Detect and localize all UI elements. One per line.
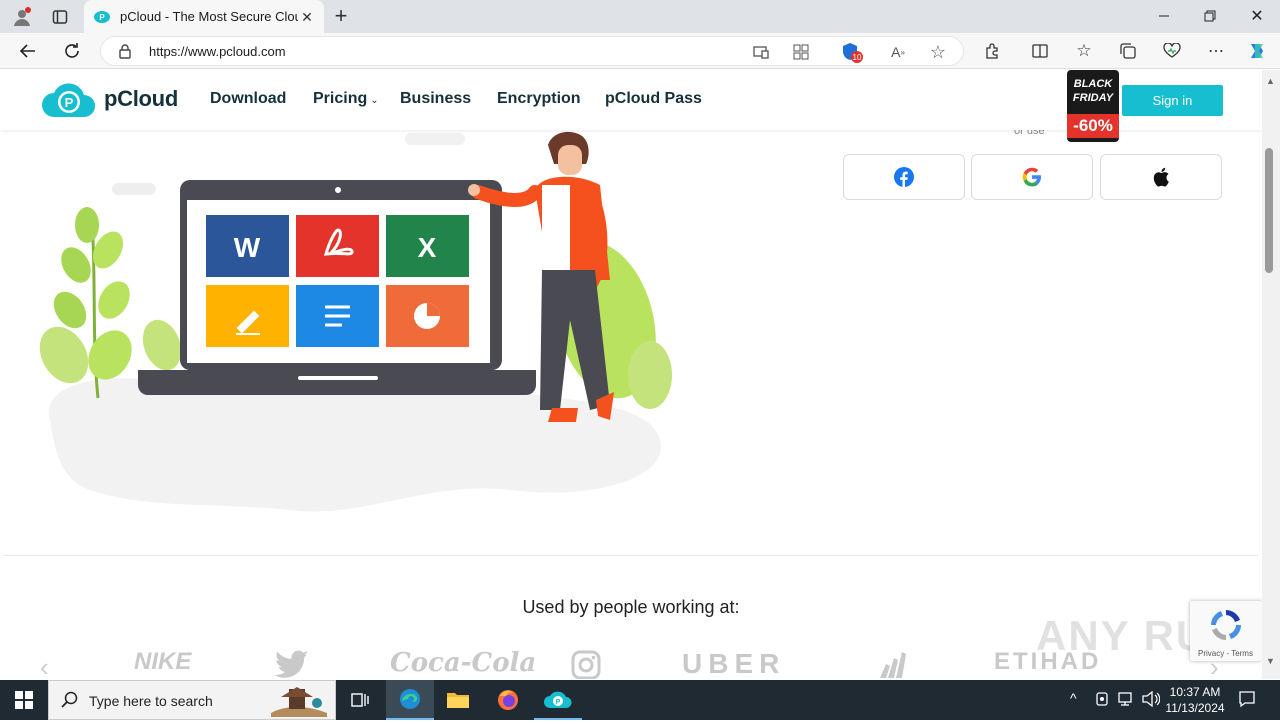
collections-icon[interactable]	[1116, 39, 1140, 63]
pcloud-taskbar-icon[interactable]: P	[534, 680, 582, 720]
svg-text:P: P	[65, 95, 74, 110]
taskbar-search-box[interactable]: Type here to search	[48, 680, 336, 720]
promo-line2: FRIDAY	[1072, 92, 1114, 104]
apple-icon	[1153, 167, 1169, 187]
nav-download[interactable]: Download	[210, 90, 286, 108]
tab-actions-icon[interactable]	[48, 5, 72, 29]
scroll-down-icon[interactable]: ▼	[1266, 656, 1275, 666]
pcloud-logo-icon[interactable]: P	[42, 83, 96, 117]
instagram-icon	[568, 650, 604, 679]
nav-encryption[interactable]: Encryption	[497, 90, 581, 108]
brand-nike: NIKE	[134, 648, 192, 675]
nav-business[interactable]: Business	[400, 90, 471, 108]
favorite-star-icon[interactable]: ☆	[927, 42, 949, 62]
refresh-icon[interactable]	[60, 39, 84, 63]
hero-illustration: W X	[39, 131, 672, 512]
adidas-icon	[866, 650, 916, 679]
chevron-down-icon: ⌄	[370, 95, 379, 106]
twitter-icon	[274, 650, 310, 679]
show-hidden-icons-icon[interactable]: ^	[1070, 690, 1077, 706]
section-divider	[4, 555, 1258, 556]
copilot-icon[interactable]	[1244, 39, 1270, 63]
edge-taskbar-icon[interactable]	[386, 680, 434, 720]
svg-text:P: P	[556, 699, 561, 706]
firefox-icon[interactable]	[484, 680, 532, 720]
profile-icon[interactable]	[8, 4, 36, 30]
task-view-icon[interactable]	[336, 680, 384, 720]
svg-text:P: P	[99, 13, 105, 22]
recaptcha-badge[interactable]: Privacy - Terms	[1190, 601, 1262, 661]
windows-start-icon[interactable]	[0, 680, 48, 720]
black-friday-badge[interactable]: BLACK FRIDAY -60%	[1067, 70, 1119, 142]
restore-icon[interactable]	[1196, 4, 1224, 28]
taskbar: Type here to search P ^ 10:37 AM 11/13/2…	[0, 680, 1280, 720]
facebook-icon	[894, 167, 914, 187]
file-explorer-icon[interactable]	[434, 680, 482, 720]
promo-discount: -60%	[1067, 114, 1119, 138]
system-clock[interactable]: 10:37 AM 11/13/2024	[1160, 684, 1230, 716]
active-tab[interactable]: P pCloud - The Most Secure Cloud ✕	[84, 0, 324, 33]
url-text[interactable]: https://www.pcloud.com	[149, 44, 286, 59]
tab-bar: P pCloud - The Most Secure Cloud ✕ + ✕	[0, 0, 1280, 33]
scroll-up-icon[interactable]: ▲	[1266, 76, 1275, 86]
excel-tile-label: X	[418, 232, 437, 263]
split-screen-icon[interactable]	[1028, 39, 1052, 63]
shield-extension-icon[interactable]: 10	[839, 41, 865, 63]
clock-date: 11/13/2024	[1165, 701, 1225, 715]
scrollbar-thumb[interactable]	[1265, 148, 1273, 273]
search-highlight-icon	[267, 683, 331, 724]
network-icon[interactable]	[1118, 691, 1136, 712]
address-bar-row: https://www.pcloud.com 10 A» ☆ ☆ ⋯	[0, 33, 1280, 69]
close-tab-icon[interactable]: ✕	[298, 8, 316, 26]
back-icon[interactable]	[16, 39, 40, 63]
lock-icon[interactable]	[117, 43, 133, 59]
search-placeholder: Type here to search	[89, 693, 213, 709]
close-window-icon[interactable]: ✕	[1242, 4, 1272, 28]
browser-essentials-icon[interactable]	[1160, 39, 1184, 63]
address-bar[interactable]: https://www.pcloud.com 10 A» ☆	[100, 36, 964, 66]
word-tile-label: W	[234, 232, 261, 263]
recaptcha-icon	[1208, 607, 1244, 648]
read-aloud-icon[interactable]: A»	[887, 43, 909, 61]
more-menu-icon[interactable]: ⋯	[1204, 39, 1228, 63]
webpage: W X P pCloud Download Pricing ⌄ Business …	[0, 70, 1262, 679]
notifications-icon[interactable]	[1238, 690, 1256, 713]
tab-title: pCloud - The Most Secure Cloud	[120, 9, 298, 24]
brand-coca-cola: Coca-Cola	[390, 648, 537, 678]
extensions-badge: 10	[853, 53, 862, 62]
recaptcha-links[interactable]: Privacy - Terms	[1198, 649, 1253, 658]
apps-icon[interactable]	[791, 43, 811, 61]
promo-line1: BLACK	[1073, 78, 1113, 90]
new-tab-icon[interactable]: +	[330, 3, 352, 28]
pcloud-favicon-icon: P	[94, 9, 110, 23]
carousel-prev-icon[interactable]: ‹	[40, 652, 49, 679]
search-icon	[61, 691, 79, 714]
clock-time: 10:37 AM	[1169, 685, 1221, 699]
minimize-icon[interactable]	[1150, 4, 1178, 28]
favorites-icon[interactable]: ☆	[1072, 39, 1096, 63]
facebook-login-button[interactable]	[843, 154, 965, 200]
extensions-icon[interactable]	[980, 39, 1004, 63]
apple-login-button[interactable]	[1100, 154, 1222, 200]
sign-in-button[interactable]: Sign in	[1122, 85, 1223, 116]
google-login-button[interactable]	[971, 154, 1093, 200]
logo-text[interactable]: pCloud	[104, 86, 178, 112]
brand-uber: UBER	[682, 648, 786, 679]
volume-icon[interactable]	[1142, 690, 1161, 712]
read-mode-icon[interactable]	[751, 43, 771, 61]
nav-pricing[interactable]: Pricing ⌄	[313, 90, 379, 108]
google-icon	[1022, 167, 1041, 187]
device-icon[interactable]	[1094, 691, 1110, 712]
nav-pcloud-pass[interactable]: pCloud Pass	[605, 90, 702, 108]
nav-pricing-label: Pricing	[313, 90, 368, 107]
